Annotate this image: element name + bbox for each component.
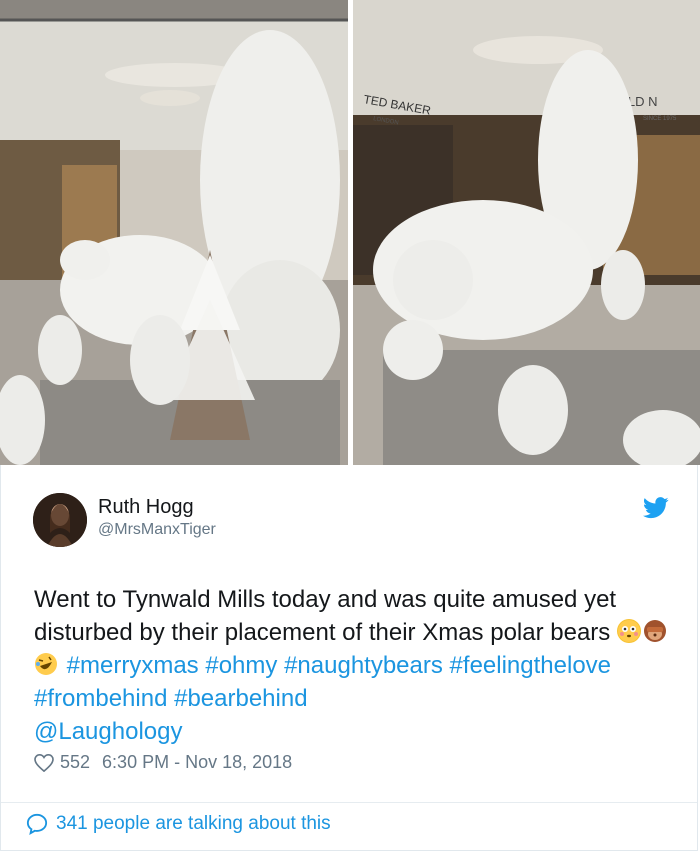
see-no-evil-monkey-icon xyxy=(643,619,667,643)
photo-left-image xyxy=(0,0,348,465)
tweet-timestamp[interactable]: 6:30 PM - Nov 18, 2018 xyxy=(102,752,292,773)
rolling-laughing-emoji-icon xyxy=(34,652,58,676)
flushed-emoji-icon xyxy=(616,619,641,643)
mention-laughology[interactable]: @Laughology xyxy=(34,718,182,745)
store-sign-2-sub: SINCE 1975 xyxy=(643,116,677,122)
divider xyxy=(1,802,697,803)
tweet-meta: 552 6:30 PM - Nov 18, 2018 xyxy=(34,752,292,773)
like-count[interactable]: 552 xyxy=(60,752,90,773)
hashtag-feelingthelove[interactable]: #feelingthelove xyxy=(450,652,611,679)
avatar[interactable] xyxy=(33,493,87,547)
hashtag-merryxmas[interactable]: #merryxmas xyxy=(67,652,199,679)
speech-bubble-icon xyxy=(26,813,48,835)
tweet-card: Ruth Hogg @MrsManxTiger Went to Tynwald … xyxy=(0,465,698,851)
photo-left[interactable] xyxy=(0,0,348,465)
tweet-body: Went to Tynwald Mills today and was quit… xyxy=(34,586,617,646)
tweet-text: Went to Tynwald Mills today and was quit… xyxy=(34,583,674,748)
photo-right[interactable]: TED BAKER LONDON NWALD N SINCE 1975 xyxy=(353,0,700,465)
author-handle[interactable]: @MrsManxTiger xyxy=(98,521,216,539)
hashtag-naughtybears[interactable]: #naughtybears xyxy=(284,652,443,679)
hashtag-ohmy[interactable]: #ohmy xyxy=(205,652,277,679)
hashtag-bearbehind[interactable]: #bearbehind xyxy=(174,685,307,712)
tweet-photos: TED BAKER LONDON NWALD N SINCE 1975 xyxy=(0,0,700,465)
hashtag-frombehind[interactable]: #frombehind xyxy=(34,685,167,712)
author-name[interactable]: Ruth Hogg xyxy=(98,496,194,519)
photo-right-image: TED BAKER LONDON NWALD N SINCE 1975 xyxy=(353,0,700,465)
conversation-link[interactable]: 341 people are talking about this xyxy=(26,813,331,835)
heart-icon[interactable] xyxy=(34,753,54,772)
twitter-bird-icon[interactable] xyxy=(643,497,669,519)
talking-count[interactable]: 341 people are talking about this xyxy=(56,813,331,835)
